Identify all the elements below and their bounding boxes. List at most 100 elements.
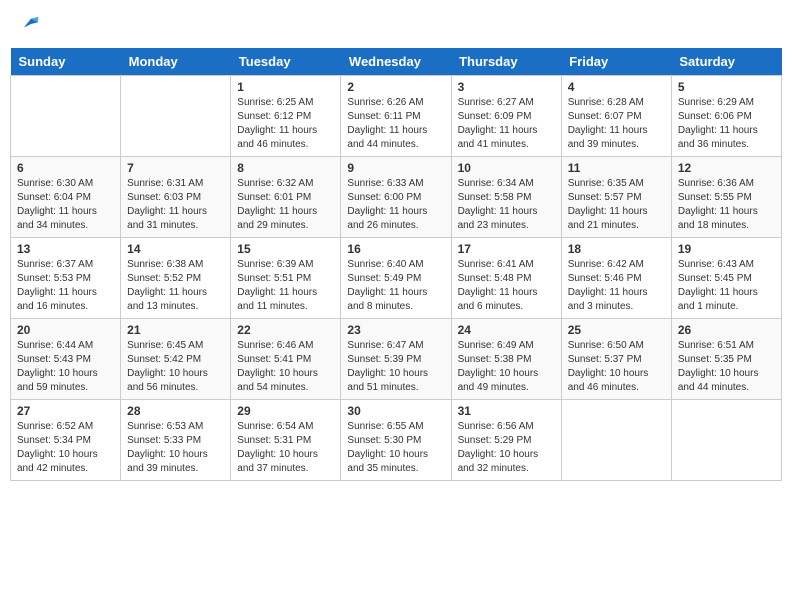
calendar-cell: 5Sunrise: 6:29 AM Sunset: 6:06 PM Daylig… <box>671 76 781 157</box>
calendar-cell: 13 Sunrise: 6:37 AM Sunset: 5:53 PM Dayli… <box>11 238 121 319</box>
day-number: 1 <box>237 80 334 94</box>
day-content: Sunrise: 6:28 AM Sunset: 6:07 PM Dayligh… <box>568 96 665 152</box>
day-number: 29 <box>237 404 334 418</box>
calendar-cell: 22 Sunrise: 6:46 AM Sunset: 5:41 PM Dayli… <box>231 319 341 400</box>
day-header-saturday: Saturday <box>671 48 781 76</box>
day-number: 16 <box>347 242 444 256</box>
day-content: Sunrise: 6:36 AM Sunset: 5:55 PM Dayligh… <box>678 177 775 233</box>
day-content: Sunrise: 6:32 AM Sunset: 6:01 PM Dayligh… <box>237 177 334 233</box>
calendar-cell: 18Sunrise: 6:42 AM Sunset: 5:46 PM Dayli… <box>561 238 671 319</box>
day-content: Sunrise: 6:39 AM Sunset: 5:51 PM Dayligh… <box>237 258 334 314</box>
day-header-sunday: Sunday <box>11 48 121 76</box>
day-content: Sunrise: 6:45 AM Sunset: 5:42 PM Dayligh… <box>127 339 224 395</box>
day-content: Sunrise: 6:25 AM Sunset: 6:12 PM Dayligh… <box>237 96 334 152</box>
calendar-week-4: 20 Sunrise: 6:44 AM Sunset: 5:43 PM Dayli… <box>11 319 782 400</box>
day-number: 21 <box>127 323 224 337</box>
calendar-cell: 12 Sunrise: 6:36 AM Sunset: 5:55 PM Dayli… <box>671 157 781 238</box>
calendar-table: SundayMondayTuesdayWednesdayThursdayFrid… <box>10 48 782 481</box>
day-number: 10 <box>458 161 555 175</box>
calendar-cell <box>561 400 671 481</box>
day-content: Sunrise: 6:43 AM Sunset: 5:45 PM Dayligh… <box>678 258 775 314</box>
day-content: Sunrise: 6:44 AM Sunset: 5:43 PM Dayligh… <box>17 339 114 395</box>
day-content: Sunrise: 6:31 AM Sunset: 6:03 PM Dayligh… <box>127 177 224 233</box>
day-content: Sunrise: 6:53 AM Sunset: 5:33 PM Dayligh… <box>127 420 224 476</box>
calendar-cell: 3Sunrise: 6:27 AM Sunset: 6:09 PM Daylig… <box>451 76 561 157</box>
calendar-week-5: 27Sunrise: 6:52 AM Sunset: 5:34 PM Dayli… <box>11 400 782 481</box>
day-number: 19 <box>678 242 775 256</box>
calendar-cell: 11Sunrise: 6:35 AM Sunset: 5:57 PM Dayli… <box>561 157 671 238</box>
calendar-cell: 7 Sunrise: 6:31 AM Sunset: 6:03 PM Daylig… <box>121 157 231 238</box>
day-number: 11 <box>568 161 665 175</box>
calendar-cell: 16 Sunrise: 6:40 AM Sunset: 5:49 PM Dayli… <box>341 238 451 319</box>
calendar-cell: 21 Sunrise: 6:45 AM Sunset: 5:42 PM Dayli… <box>121 319 231 400</box>
day-header-friday: Friday <box>561 48 671 76</box>
day-number: 13 <box>17 242 114 256</box>
calendar-cell: 30 Sunrise: 6:55 AM Sunset: 5:30 PM Dayli… <box>341 400 451 481</box>
calendar-week-1: 1 Sunrise: 6:25 AM Sunset: 6:12 PM Daylig… <box>11 76 782 157</box>
calendar-week-2: 6 Sunrise: 6:30 AM Sunset: 6:04 PM Daylig… <box>11 157 782 238</box>
day-content: Sunrise: 6:54 AM Sunset: 5:31 PM Dayligh… <box>237 420 334 476</box>
day-content: Sunrise: 6:37 AM Sunset: 5:53 PM Dayligh… <box>17 258 114 314</box>
day-content: Sunrise: 6:38 AM Sunset: 5:52 PM Dayligh… <box>127 258 224 314</box>
day-content: Sunrise: 6:55 AM Sunset: 5:30 PM Dayligh… <box>347 420 444 476</box>
day-content: Sunrise: 6:30 AM Sunset: 6:04 PM Dayligh… <box>17 177 114 233</box>
calendar-cell: 6 Sunrise: 6:30 AM Sunset: 6:04 PM Daylig… <box>11 157 121 238</box>
day-number: 14 <box>127 242 224 256</box>
calendar-cell: 26 Sunrise: 6:51 AM Sunset: 5:35 PM Dayli… <box>671 319 781 400</box>
day-number: 22 <box>237 323 334 337</box>
calendar-cell: 23Sunrise: 6:47 AM Sunset: 5:39 PM Dayli… <box>341 319 451 400</box>
day-number: 26 <box>678 323 775 337</box>
logo <box>20 15 40 33</box>
day-number: 28 <box>127 404 224 418</box>
day-number: 24 <box>458 323 555 337</box>
day-number: 20 <box>17 323 114 337</box>
calendar-cell: 9 Sunrise: 6:33 AM Sunset: 6:00 PM Daylig… <box>341 157 451 238</box>
day-number: 7 <box>127 161 224 175</box>
logo-bird-icon <box>22 15 40 33</box>
day-header-monday: Monday <box>121 48 231 76</box>
day-content: Sunrise: 6:26 AM Sunset: 6:11 PM Dayligh… <box>347 96 444 152</box>
day-header-thursday: Thursday <box>451 48 561 76</box>
day-number: 2 <box>347 80 444 94</box>
day-number: 9 <box>347 161 444 175</box>
day-content: Sunrise: 6:46 AM Sunset: 5:41 PM Dayligh… <box>237 339 334 395</box>
day-number: 4 <box>568 80 665 94</box>
day-number: 25 <box>568 323 665 337</box>
calendar-cell: 4 Sunrise: 6:28 AM Sunset: 6:07 PM Daylig… <box>561 76 671 157</box>
calendar-cell: 25Sunrise: 6:50 AM Sunset: 5:37 PM Dayli… <box>561 319 671 400</box>
day-number: 8 <box>237 161 334 175</box>
calendar-body: 1 Sunrise: 6:25 AM Sunset: 6:12 PM Daylig… <box>11 76 782 481</box>
day-number: 30 <box>347 404 444 418</box>
calendar-cell: 20 Sunrise: 6:44 AM Sunset: 5:43 PM Dayli… <box>11 319 121 400</box>
calendar-cell: 24 Sunrise: 6:49 AM Sunset: 5:38 PM Dayli… <box>451 319 561 400</box>
day-number: 12 <box>678 161 775 175</box>
day-number: 3 <box>458 80 555 94</box>
calendar-cell: 29 Sunrise: 6:54 AM Sunset: 5:31 PM Dayli… <box>231 400 341 481</box>
day-content: Sunrise: 6:29 AM Sunset: 6:06 PM Dayligh… <box>678 96 775 152</box>
calendar-cell: 17Sunrise: 6:41 AM Sunset: 5:48 PM Dayli… <box>451 238 561 319</box>
page-header <box>10 10 782 38</box>
day-number: 6 <box>17 161 114 175</box>
calendar-cell: 27Sunrise: 6:52 AM Sunset: 5:34 PM Dayli… <box>11 400 121 481</box>
calendar-cell: 1 Sunrise: 6:25 AM Sunset: 6:12 PM Daylig… <box>231 76 341 157</box>
day-content: Sunrise: 6:33 AM Sunset: 6:00 PM Dayligh… <box>347 177 444 233</box>
day-header-wednesday: Wednesday <box>341 48 451 76</box>
calendar-cell: 15 Sunrise: 6:39 AM Sunset: 5:51 PM Dayli… <box>231 238 341 319</box>
day-content: Sunrise: 6:40 AM Sunset: 5:49 PM Dayligh… <box>347 258 444 314</box>
calendar-cell: 31Sunrise: 6:56 AM Sunset: 5:29 PM Dayli… <box>451 400 561 481</box>
day-number: 17 <box>458 242 555 256</box>
calendar-cell: 28 Sunrise: 6:53 AM Sunset: 5:33 PM Dayli… <box>121 400 231 481</box>
day-content: Sunrise: 6:34 AM Sunset: 5:58 PM Dayligh… <box>458 177 555 233</box>
calendar-cell: 8 Sunrise: 6:32 AM Sunset: 6:01 PM Daylig… <box>231 157 341 238</box>
calendar-cell: 14 Sunrise: 6:38 AM Sunset: 5:52 PM Dayli… <box>121 238 231 319</box>
calendar-cell: 2 Sunrise: 6:26 AM Sunset: 6:11 PM Daylig… <box>341 76 451 157</box>
day-content: Sunrise: 6:47 AM Sunset: 5:39 PM Dayligh… <box>347 339 444 395</box>
calendar-cell <box>11 76 121 157</box>
calendar-cell: 19 Sunrise: 6:43 AM Sunset: 5:45 PM Dayli… <box>671 238 781 319</box>
day-number: 15 <box>237 242 334 256</box>
day-content: Sunrise: 6:51 AM Sunset: 5:35 PM Dayligh… <box>678 339 775 395</box>
day-content: Sunrise: 6:42 AM Sunset: 5:46 PM Dayligh… <box>568 258 665 314</box>
day-content: Sunrise: 6:49 AM Sunset: 5:38 PM Dayligh… <box>458 339 555 395</box>
day-header-tuesday: Tuesday <box>231 48 341 76</box>
calendar-header-row: SundayMondayTuesdayWednesdayThursdayFrid… <box>11 48 782 76</box>
